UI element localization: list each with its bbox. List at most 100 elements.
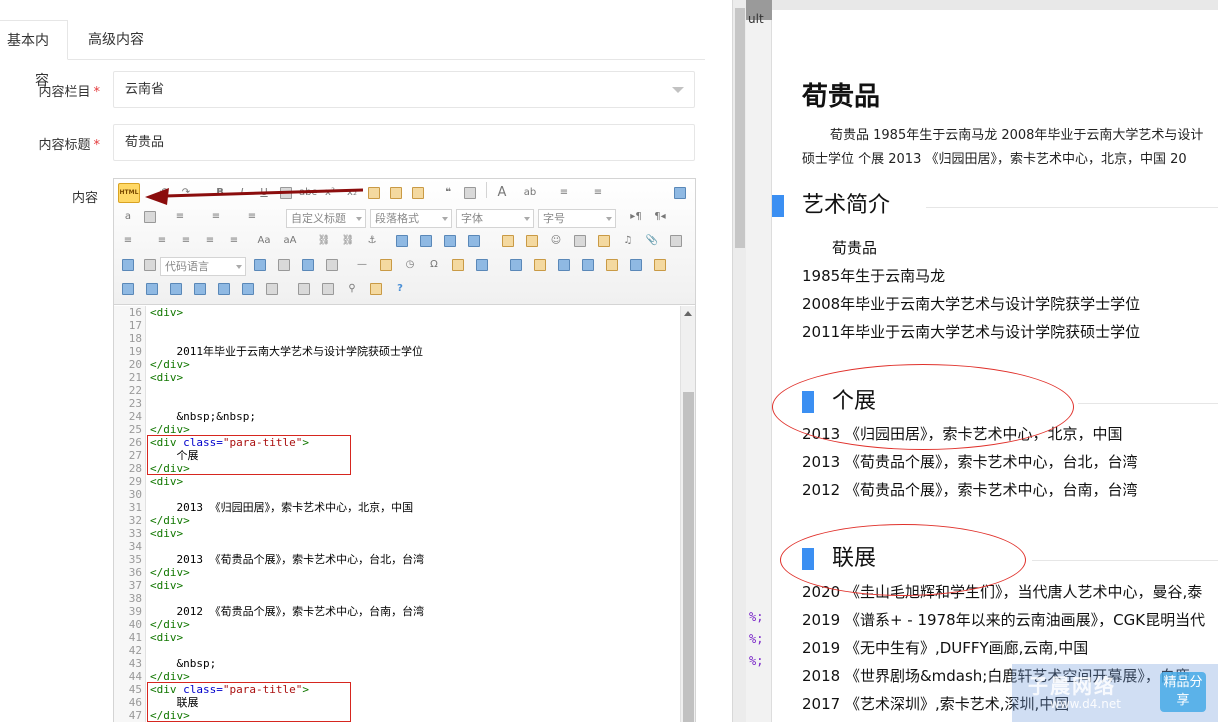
font-size-select[interactable]: 字号	[538, 209, 616, 228]
ordered-list-icon[interactable]: ≡	[554, 183, 574, 203]
map-icon[interactable]	[666, 231, 686, 251]
image-right-icon[interactable]	[440, 231, 460, 251]
line-number: 46	[128, 696, 142, 709]
insert-table-icon[interactable]	[506, 255, 526, 275]
tab-advanced-content[interactable]: 高级内容	[88, 20, 144, 60]
delete-table-icon[interactable]	[530, 255, 550, 275]
insert-col-icon[interactable]	[626, 255, 646, 275]
justify-left-icon[interactable]: ≡	[152, 231, 172, 251]
justify-center-icon[interactable]: ≡	[176, 231, 196, 251]
insert-paragraph-before-table-icon[interactable]	[554, 255, 574, 275]
chart-icon[interactable]	[262, 279, 282, 299]
scrawl-icon[interactable]	[570, 231, 590, 251]
bold-icon[interactable]: B	[210, 183, 230, 203]
split-rows-icon[interactable]	[214, 279, 234, 299]
superscript-icon[interactable]: x²	[320, 183, 340, 203]
custom-title-select[interactable]: 自定义标题	[286, 209, 366, 228]
wordimage-icon[interactable]	[448, 255, 468, 275]
line-height-icon[interactable]: ≡	[242, 207, 262, 227]
subscript-icon[interactable]: x₂	[342, 183, 362, 203]
underline-icon[interactable]: U	[254, 183, 274, 203]
title-input[interactable]: 荀贵品	[113, 124, 695, 161]
insert-image-icon[interactable]	[522, 231, 542, 251]
date-icon[interactable]	[376, 255, 396, 275]
background-icon[interactable]	[298, 255, 318, 275]
preview-icon[interactable]	[318, 279, 338, 299]
split-cols-icon[interactable]	[238, 279, 258, 299]
horizontal-rule-icon[interactable]: —	[352, 255, 372, 275]
emotion-icon[interactable]: ☺	[546, 231, 566, 251]
justify-right-icon[interactable]: ≡	[200, 231, 220, 251]
split-cells-icon[interactable]	[190, 279, 210, 299]
special-chars-icon[interactable]: Ω	[424, 255, 444, 275]
fullscreen-icon[interactable]	[670, 183, 690, 203]
to-lowercase-icon[interactable]: aA	[280, 231, 300, 251]
scrollbar-thumb[interactable]	[735, 8, 745, 248]
paste-text-icon[interactable]	[460, 183, 480, 203]
code-scrollbar[interactable]	[680, 306, 695, 722]
search-replace-icon[interactable]: ⚲	[342, 279, 362, 299]
merge-right-icon[interactable]	[142, 279, 162, 299]
image-none-icon[interactable]	[392, 231, 412, 251]
clear-doc-icon[interactable]	[140, 207, 160, 227]
insert-frame-icon[interactable]	[118, 255, 138, 275]
page-break-icon[interactable]	[274, 255, 294, 275]
simple-upload-icon[interactable]	[498, 231, 518, 251]
merge-cells-icon[interactable]	[118, 279, 138, 299]
page-preview: 荀贵品 荀贵品 1985年生于云南马龙 2008年毕业于云南大学艺术与设计 硕士…	[772, 0, 1218, 722]
attachment-icon[interactable]: 📎	[642, 231, 662, 251]
font-border-icon[interactable]	[276, 183, 296, 203]
rtl-direction-icon[interactable]: ¶◂	[650, 207, 670, 227]
content-label: 内容	[71, 191, 98, 206]
link-icon[interactable]: ⛓	[314, 231, 334, 251]
paragraph-format-select[interactable]: 段落格式	[370, 209, 452, 228]
left-pane-scrollbar[interactable]	[732, 0, 746, 722]
help-icon[interactable]: ?	[390, 279, 410, 299]
row-spacing-bottom-icon[interactable]: ≡	[206, 207, 226, 227]
delete-row-icon[interactable]	[602, 255, 622, 275]
print-icon[interactable]	[294, 279, 314, 299]
snapscreen-icon[interactable]	[472, 255, 492, 275]
font-color-icon[interactable]: A	[492, 183, 512, 203]
indent-icon[interactable]: ≡	[118, 231, 138, 251]
row-spacing-top-icon[interactable]: ≡	[170, 207, 190, 227]
strikethrough-icon[interactable]: abc	[298, 183, 318, 203]
category-select[interactable]: 云南省	[113, 71, 695, 108]
delete-col-icon[interactable]	[650, 255, 670, 275]
unlink-icon[interactable]: ⛓	[338, 231, 358, 251]
drafts-icon[interactable]	[366, 279, 386, 299]
html-source-button[interactable]: HTML	[118, 183, 140, 203]
anchor-icon[interactable]: ⚓	[362, 231, 382, 251]
tab-basic-content[interactable]: 基本内容	[0, 20, 68, 89]
image-left-icon[interactable]	[416, 231, 436, 251]
insert-row-icon[interactable]	[578, 255, 598, 275]
time-icon[interactable]: ◷	[400, 255, 420, 275]
html-source-view[interactable]: 16 <div> 17 18 19 2011年毕业于云南大学艺术与设计学院获硕士学位 20…	[114, 306, 681, 722]
to-uppercase-icon[interactable]: Aa	[254, 231, 274, 251]
highlight-color-icon[interactable]: ab	[520, 183, 540, 203]
image-center-icon[interactable]	[464, 231, 484, 251]
justify-full-icon[interactable]: ≡	[224, 231, 244, 251]
eraser-icon[interactable]	[364, 183, 384, 203]
insert-code-icon[interactable]	[140, 255, 160, 275]
merge-down-icon[interactable]	[166, 279, 186, 299]
insert-video-icon[interactable]	[594, 231, 614, 251]
undo-icon[interactable]: ↶	[154, 183, 174, 203]
scroll-up-icon[interactable]	[684, 311, 692, 316]
music-icon[interactable]: ♫	[618, 231, 638, 251]
blockquote-icon[interactable]: ❝	[438, 183, 458, 203]
scrollbar-thumb[interactable]	[683, 392, 694, 722]
select-all-icon[interactable]: a	[118, 207, 138, 227]
ltr-direction-icon[interactable]: ▸¶	[626, 207, 646, 227]
unordered-list-icon[interactable]: ≡	[588, 183, 608, 203]
font-family-label: 字体	[461, 212, 483, 225]
code-language-select[interactable]: 代码语言	[160, 257, 246, 276]
format-brush-icon[interactable]	[386, 183, 406, 203]
font-family-select[interactable]: 字体	[456, 209, 534, 228]
strip-mark: %;	[749, 610, 764, 624]
webapp-icon[interactable]	[250, 255, 270, 275]
auto-format-icon[interactable]	[408, 183, 428, 203]
template-icon[interactable]	[322, 255, 342, 275]
redo-icon[interactable]: ↷	[176, 183, 196, 203]
italic-icon[interactable]: I	[232, 183, 252, 203]
